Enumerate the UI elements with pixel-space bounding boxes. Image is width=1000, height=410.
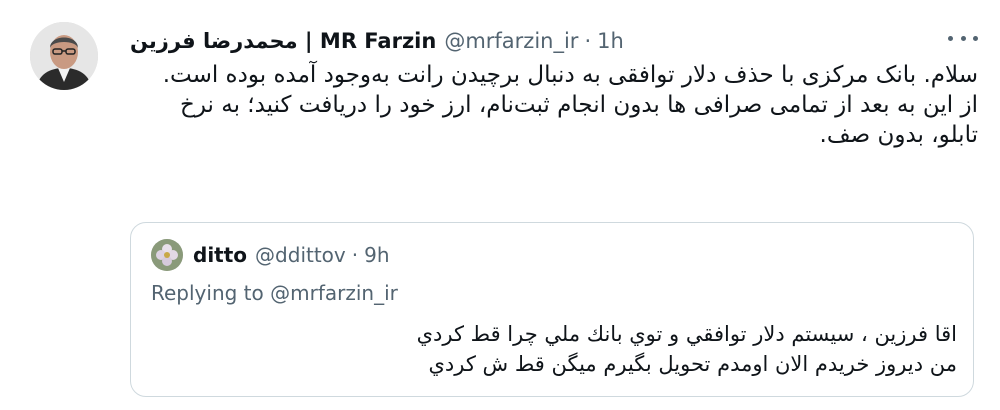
dot [973, 35, 978, 41]
author-avatar[interactable] [30, 22, 98, 90]
quoted-text-line: من ديروز خريدم الان اومدم تحويل بگيرم مي… [428, 352, 958, 376]
dot [948, 35, 953, 41]
tweet-text-line: از این به بعد از تمامی صرافی ها بدون انج… [179, 92, 978, 148]
quoted-author-avatar[interactable] [151, 239, 183, 271]
quoted-tweet-header: ditto @ddittov · 9h [193, 239, 390, 271]
author-name[interactable]: محمدرضا فرزین | MR Farzin [130, 29, 436, 53]
more-options-icon[interactable] [948, 28, 978, 48]
tweet-body: سلام. بانک مرکزی با حذف دلار توافقی به د… [130, 60, 978, 150]
replying-to-line: Replying to @mrfarzin_ir [151, 281, 398, 305]
header-separator: · [584, 29, 592, 53]
tweet-text-line: سلام. بانک مرکزی با حذف دلار توافقی به د… [162, 62, 978, 88]
quoted-author-name[interactable]: ditto [193, 243, 247, 267]
quoted-tweet-card[interactable]: ditto @ddittov · 9h Replying to @mrfarzi… [130, 222, 974, 397]
quoted-author-handle[interactable]: @ddittov [255, 243, 346, 267]
flower-avatar-image [151, 239, 183, 271]
quoted-text-line: اقا فرزين ، سيستم دلار توافقي و توي بانك… [416, 322, 957, 346]
author-handle[interactable]: @mrfarzin_ir [444, 29, 578, 53]
replying-to-mention[interactable]: @mrfarzin_ir [270, 281, 398, 305]
header-separator: · [351, 243, 359, 267]
quoted-tweet-timestamp[interactable]: 9h [364, 243, 389, 267]
dot [960, 35, 966, 41]
replying-to-label: Replying to [151, 281, 271, 305]
tweet-timestamp[interactable]: 1h [597, 29, 624, 53]
quoted-tweet-body: اقا فرزين ، سيستم دلار توافقي و توي بانك… [151, 319, 957, 379]
tweet-header: محمدرضا فرزین | MR Farzin @mrfarzin_ir ·… [130, 24, 624, 58]
author-avatar-image [30, 22, 98, 90]
